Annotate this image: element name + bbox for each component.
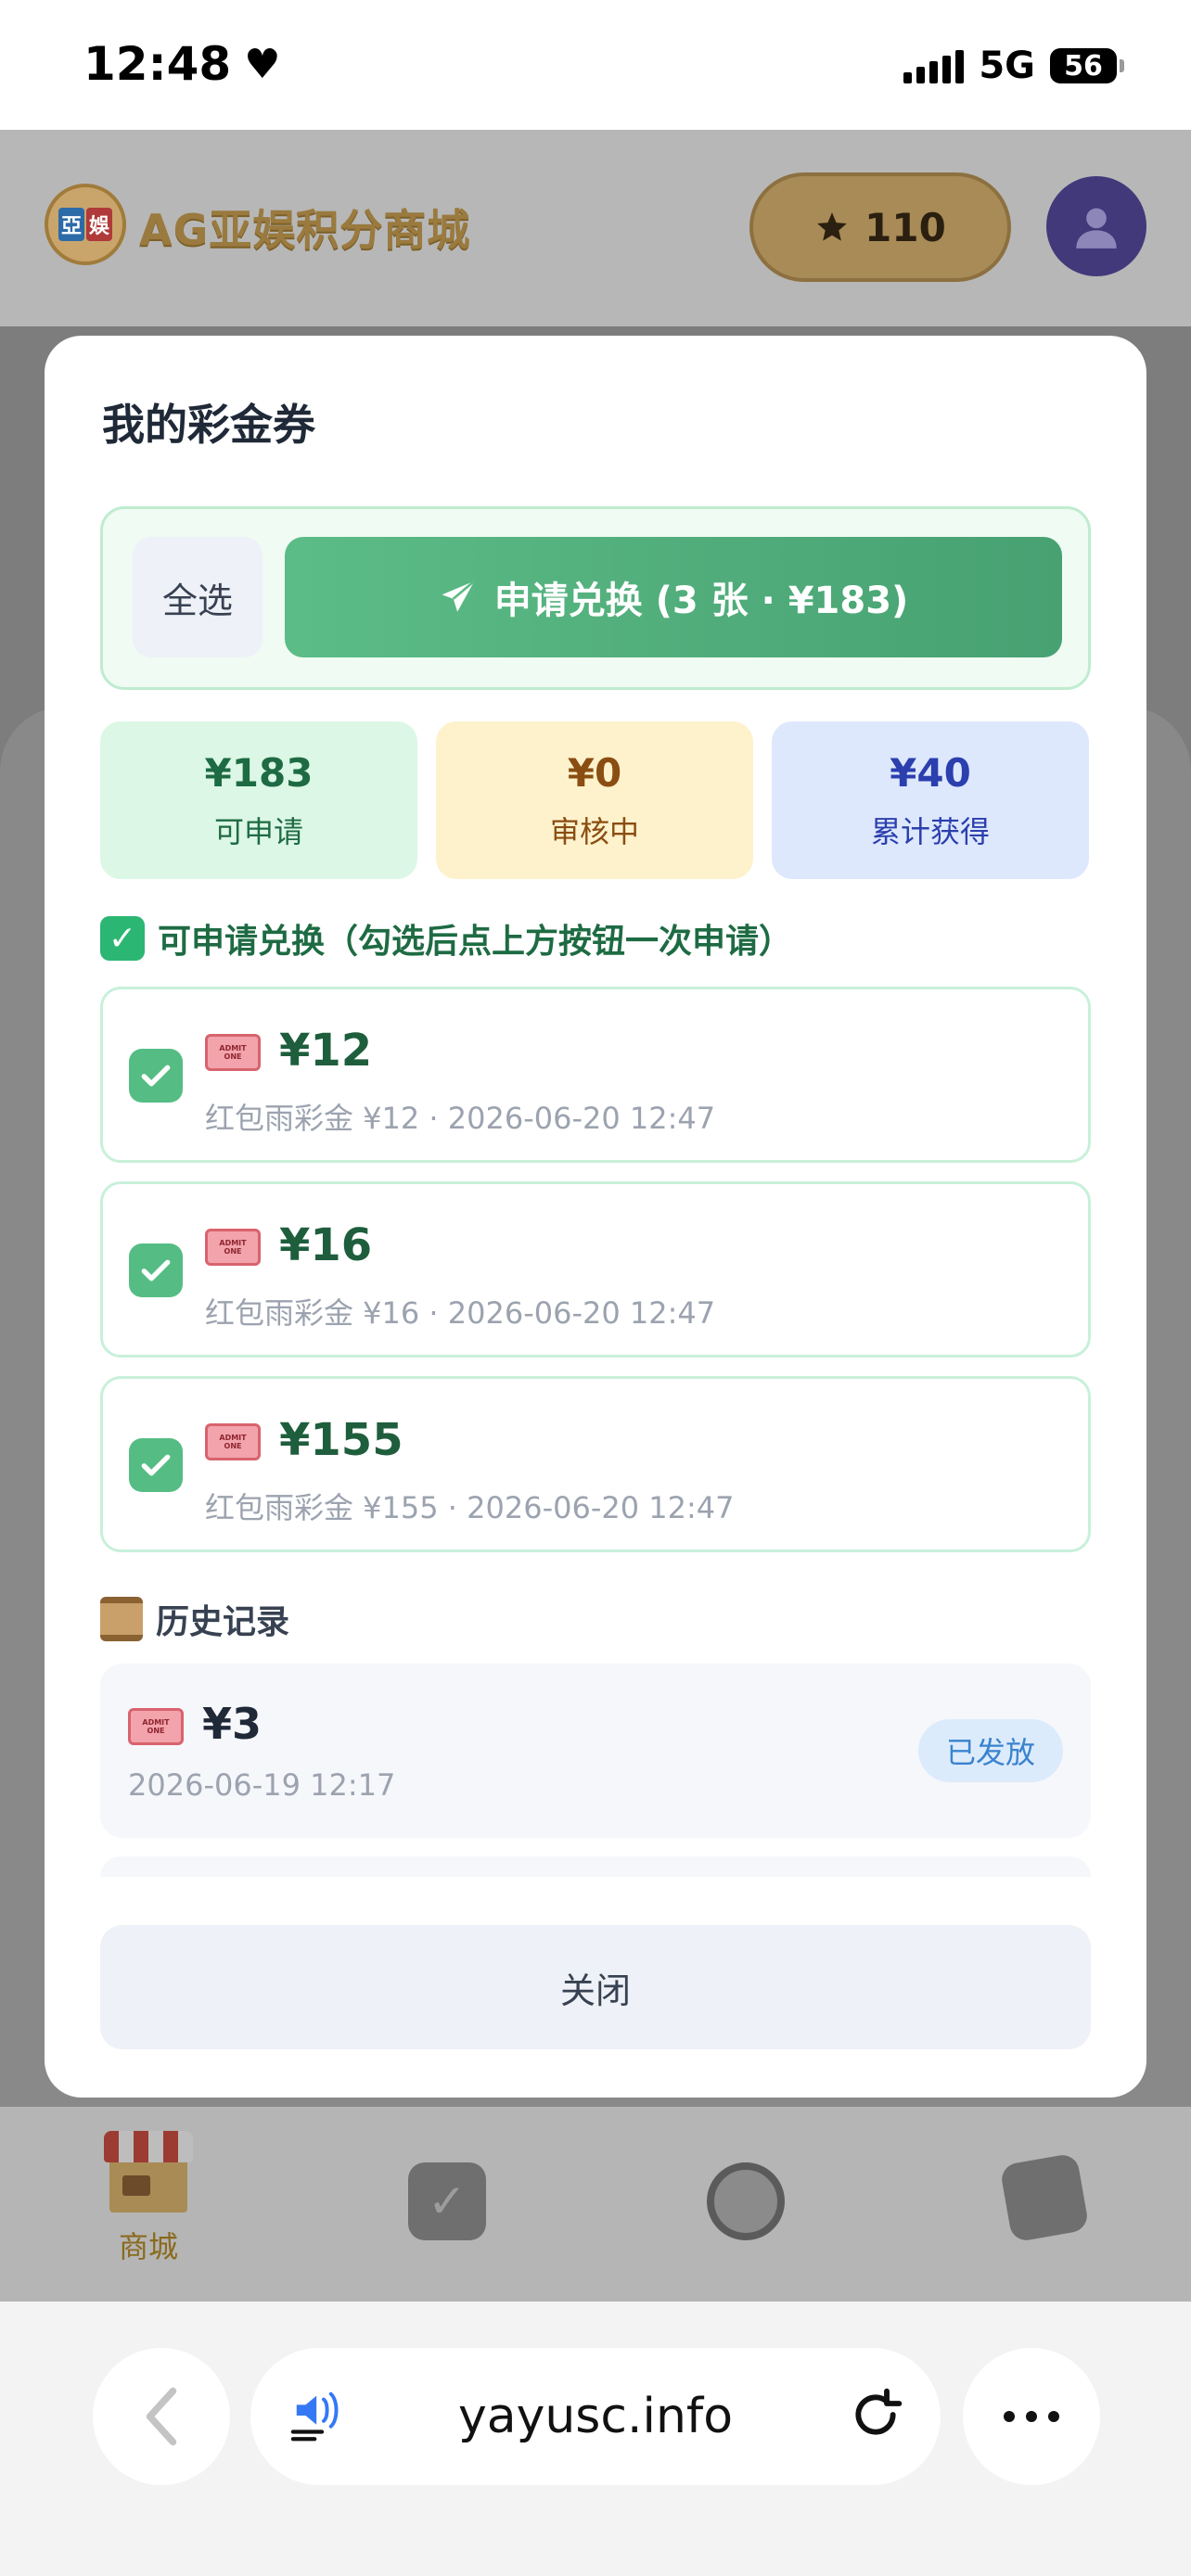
more-dot-icon [1048,2411,1059,2422]
battery-icon: 56 [1050,48,1124,83]
back-button[interactable] [93,2348,230,2485]
stat-reviewing-value: ¥0 [567,749,622,796]
stat-total-label: 累计获得 [870,813,990,849]
star-icon [817,212,847,241]
url-text: yayusc.info [457,2389,734,2444]
status-time: 12:48 ♥ [83,37,281,91]
status-bar: 12:48 ♥ 5G 56 [0,0,1191,130]
history-item-partial [100,1856,1091,1877]
coupon-amount: ¥155 [279,1414,403,1466]
check-mark-icon: ✓ [100,916,145,961]
wheel-icon [707,2162,785,2240]
user-icon [1076,208,1117,249]
tab-card[interactable] [970,2152,1119,2243]
ticket-icon: ADMIT ONE [205,1034,261,1071]
avatar[interactable] [1046,176,1146,276]
reload-icon[interactable] [846,2385,905,2444]
stat-total-value: ¥40 [890,749,971,796]
network-label: 5G [979,45,1035,87]
more-button[interactable] [963,2348,1100,2485]
available-section-title: ✓ 可申请兑换（勾选后点上方按钮一次申请） [100,914,792,963]
points-value: 110 [864,204,946,250]
available-section-text: 可申请兑换（勾选后点上方按钮一次申请） [158,923,793,961]
coupon-checkbox[interactable] [129,1438,183,1492]
history-section-title: 历史记录 [100,1595,289,1643]
browser-toolbar: yayusc.info [0,2302,1191,2576]
coupon-amount: ¥16 [279,1219,373,1271]
stat-available-value: ¥183 [204,749,314,796]
card-icon [999,2152,1090,2243]
status-indicators: 5G 56 [903,45,1124,87]
ticket-icon: ADMIT ONE [128,1708,184,1745]
stat-total: ¥40 累计获得 [772,721,1089,879]
logo-icon: 亞 娛 [45,184,126,265]
heart-icon: ♥ [244,40,281,88]
tab-shop-label: 商城 [118,2229,178,2264]
history-date: 2026-06-19 12:17 [128,1767,396,1803]
more-dot-icon [1026,2411,1037,2422]
ticket-icon: ADMIT ONE [205,1423,261,1460]
tab-wheel[interactable] [672,2162,820,2240]
status-badge: 已发放 [917,1719,1063,1782]
coupon-subtitle: 红包雨彩金 ¥155 · 2026-06-20 12:47 [205,1490,735,1525]
coupon-checkbox[interactable] [129,1243,183,1297]
stat-reviewing: ¥0 审核中 [436,721,753,879]
history-item: ADMIT ONE ¥3 2026-06-19 12:17 已发放 [100,1664,1091,1838]
address-bar[interactable]: yayusc.info [250,2348,941,2485]
battery-level: 56 [1064,49,1103,83]
stat-available: ¥183 可申请 [100,721,417,879]
time-text: 12:48 [83,37,232,91]
ticket-icon: ADMIT ONE [205,1229,261,1266]
tab-calendar[interactable]: ✓ [373,2162,521,2240]
exchange-action-box: 全选 申请兑换 (3 张 · ¥183) [100,506,1091,690]
modal-title: 我的彩金券 [102,400,315,450]
calendar-icon: ✓ [408,2162,486,2240]
history-section-text: 历史记录 [156,1603,290,1641]
coupon-amount: ¥12 [279,1025,373,1077]
apply-exchange-button[interactable]: 申请兑换 (3 张 · ¥183) [285,537,1062,657]
coupon-item[interactable]: ADMIT ONE ¥12 红包雨彩金 ¥12 · 2026-06-20 12:4… [100,987,1091,1163]
chevron-left-icon [146,2387,177,2446]
stat-available-label: 可申请 [213,813,303,849]
checkmark-icon [141,1259,171,1282]
send-icon [442,580,476,612]
tab-shop[interactable]: 商城 [74,2131,223,2266]
coupon-subtitle: 红包雨彩金 ¥12 · 2026-06-20 12:47 [205,1101,716,1136]
coupon-subtitle: 红包雨彩金 ¥16 · 2026-06-20 12:47 [205,1295,716,1331]
select-all-button[interactable]: 全选 [133,537,263,657]
checkmark-icon [141,1454,171,1476]
bottom-tab-bar: 商城 ✓ [0,2107,1191,2302]
checkmark-icon [141,1065,171,1087]
stat-reviewing-label: 审核中 [549,813,639,849]
logo-char-1: 亞 [58,208,84,241]
app-header: 亞 娛 AG亚娱积分商城 110 [0,130,1191,326]
coupon-checkbox[interactable] [129,1049,183,1103]
coupon-item[interactable]: ADMIT ONE ¥155 红包雨彩金 ¥155 · 2026-06-20 12… [100,1376,1091,1552]
coupon-modal: 我的彩金券 全选 申请兑换 (3 张 · ¥183) ¥183 可申请 ¥0 审… [45,336,1146,2098]
signal-icon [903,48,965,83]
points-button[interactable]: 110 [749,172,1011,282]
app-title: AG亚娱积分商城 [139,205,471,255]
apply-exchange-label: 申请兑换 (3 张 · ¥183) [493,580,909,622]
close-button[interactable]: 关闭 [100,1925,1091,2049]
logo-char-2: 娛 [86,208,113,241]
shop-icon [104,2131,193,2213]
coupon-item[interactable]: ADMIT ONE ¥16 红包雨彩金 ¥16 · 2026-06-20 12:4… [100,1181,1091,1358]
history-amount: ¥3 [202,1699,263,1749]
scroll-icon [100,1597,143,1641]
more-dot-icon [1004,2411,1015,2422]
